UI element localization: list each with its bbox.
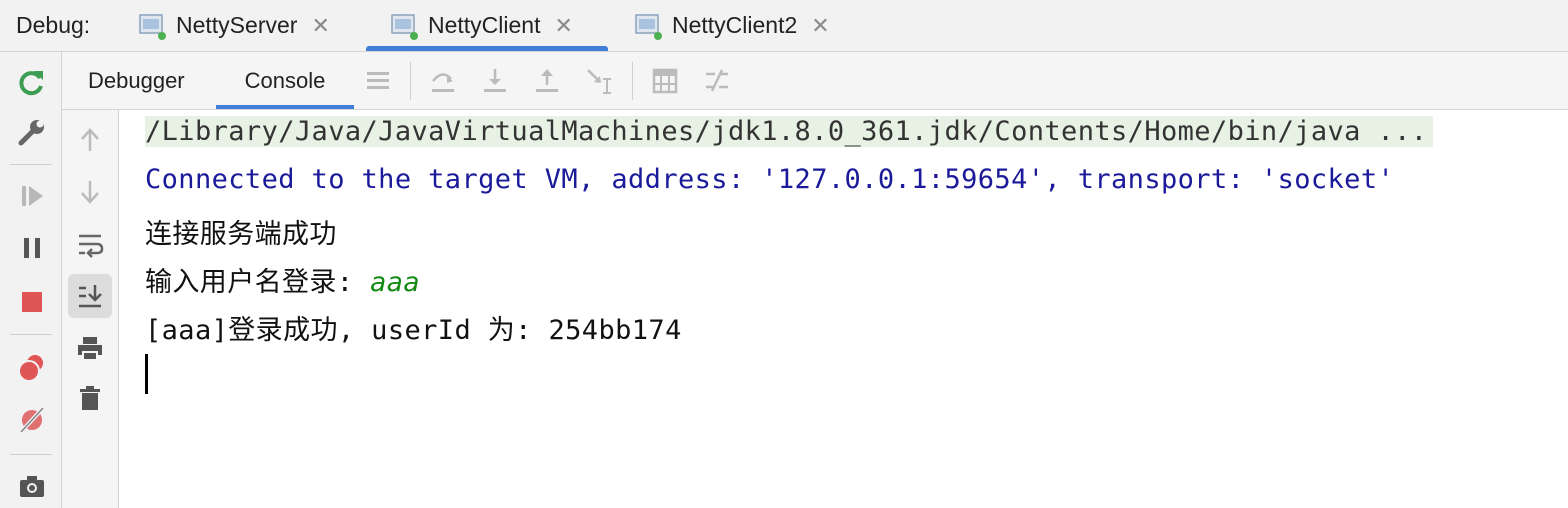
trash-icon[interactable] <box>68 376 112 420</box>
close-icon[interactable]: ✕ <box>811 13 829 39</box>
step-into-icon[interactable] <box>480 66 510 96</box>
resume-icon[interactable] <box>14 178 50 214</box>
debug-toolbar: Debugger Console <box>62 52 1568 110</box>
connected-message: Connected to the target VM, address: '12… <box>145 164 1395 195</box>
tab-label: Console <box>244 67 326 93</box>
debug-label: Debug: <box>16 12 91 38</box>
tab-label: Debugger <box>88 67 185 93</box>
run-config-icon <box>634 11 664 41</box>
tab-nettyserver[interactable]: NettyServer ✕ <box>138 0 330 51</box>
soft-wrap-icon[interactable] <box>68 222 112 266</box>
console-output[interactable]: /Library/Java/JavaVirtualMachines/jdk1.8… <box>119 110 1568 508</box>
command-line: /Library/Java/JavaVirtualMachines/jdk1.8… <box>145 116 1434 147</box>
print-icon[interactable] <box>68 326 112 370</box>
debug-tab-bar: Debug: NettyServer ✕ NettyClient ✕ Netty… <box>0 0 1568 52</box>
close-icon[interactable]: ✕ <box>554 13 572 39</box>
debug-side-toolbar <box>0 52 62 508</box>
step-out-icon[interactable] <box>532 66 562 96</box>
divider <box>410 62 411 100</box>
divider <box>10 334 52 335</box>
step-over-icon[interactable] <box>428 66 458 96</box>
prompt-text: 输入用户名登录: <box>145 267 371 298</box>
tab-debugger[interactable]: Debugger <box>62 52 211 109</box>
evaluate-expression-icon[interactable] <box>650 66 680 96</box>
text-cursor <box>145 354 148 394</box>
console-gutter <box>62 110 119 508</box>
login-prompt: 输入用户名登录: aaa <box>145 260 420 299</box>
camera-icon[interactable] <box>14 468 50 504</box>
tab-nettyclient2[interactable]: NettyClient2 ✕ <box>634 0 830 51</box>
down-arrow-icon[interactable] <box>68 170 112 214</box>
rerun-icon[interactable] <box>14 64 50 100</box>
tab-title: NettyServer <box>176 12 298 38</box>
user-input: aaa <box>370 267 421 298</box>
connect-success-message: 连接服务端成功 <box>145 219 337 250</box>
login-result-message: [aaa]登录成功, userId 为: 254bb174 <box>145 315 682 346</box>
run-config-icon <box>138 11 168 41</box>
tab-nettyclient[interactable]: NettyClient ✕ <box>366 0 608 51</box>
stop-icon[interactable] <box>14 284 50 320</box>
wrench-icon[interactable] <box>14 114 50 150</box>
close-icon[interactable]: ✕ <box>311 13 329 39</box>
view-breakpoints-icon[interactable] <box>14 350 50 386</box>
mute-breakpoints-icon[interactable] <box>14 402 50 438</box>
tab-title: NettyClient <box>428 12 541 38</box>
menu-icon[interactable] <box>363 66 393 96</box>
up-arrow-icon[interactable] <box>68 118 112 162</box>
tab-console[interactable]: Console <box>216 52 354 109</box>
divider <box>10 454 52 455</box>
divider <box>632 62 633 100</box>
tab-title: NettyClient2 <box>672 12 798 38</box>
pause-icon[interactable] <box>14 230 50 266</box>
divider <box>10 164 52 165</box>
trace-icon[interactable] <box>702 66 732 96</box>
run-config-icon <box>390 11 420 41</box>
run-to-cursor-icon[interactable] <box>584 66 614 96</box>
scroll-to-end-icon[interactable] <box>68 274 112 318</box>
